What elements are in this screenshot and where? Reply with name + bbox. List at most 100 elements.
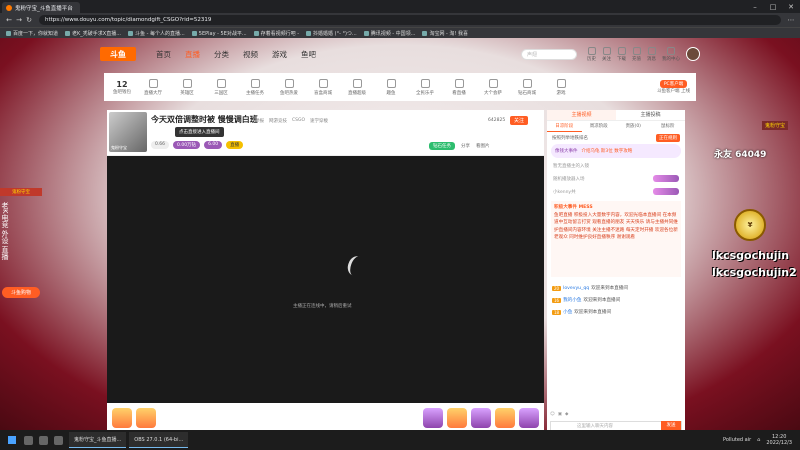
category-item[interactable]: 趣鱼 xyxy=(376,78,406,96)
category-item[interactable]: 英雄区 xyxy=(172,78,202,96)
bookmark-item[interactable]: 存着看视频行吧 - xyxy=(254,30,299,37)
category-item[interactable]: 主播任务 xyxy=(240,78,270,96)
wallet-count[interactable]: 12 鱼吧钱包 xyxy=(110,80,134,95)
report-link[interactable]: 举报 xyxy=(255,118,264,124)
close-icon[interactable]: ✕ xyxy=(782,3,800,11)
right-side-ad[interactable]: 鬼粉守宝 永友 64049 ¥ lkcsgochujin lkcsgochuji… xyxy=(700,121,800,321)
tab-daily-rank[interactable]: 日凉阶段 xyxy=(547,121,582,132)
messages-button[interactable]: 消息 xyxy=(647,46,656,62)
view-image-button[interactable]: 看图片 xyxy=(476,143,490,149)
share-button[interactable]: 分享 xyxy=(461,143,470,149)
meta-game[interactable]: CSGO xyxy=(292,118,305,124)
gift-icon[interactable] xyxy=(447,407,467,428)
browser-icon[interactable] xyxy=(54,435,63,445)
nav-live[interactable]: 直播 xyxy=(185,49,200,60)
nav-home[interactable]: 首页 xyxy=(156,49,171,60)
video-area[interactable]: 主播正在连线中，请稍后重试 xyxy=(107,156,544,403)
network-icon[interactable]: ⌂ xyxy=(757,437,760,443)
pc-client-button[interactable]: PC客户端 斗鱼客户端 上线 xyxy=(657,80,690,94)
gift-icon[interactable] xyxy=(423,407,443,428)
search-icon[interactable] xyxy=(24,435,33,445)
category-item[interactable]: 直播超级 xyxy=(342,78,372,96)
status-badge: 直播 xyxy=(226,141,244,149)
windows-start-icon[interactable] xyxy=(8,436,16,444)
bookmark-item[interactable]: 5EPlay - 5E对战平... xyxy=(192,30,247,37)
category-item[interactable]: 大个会萨 xyxy=(478,78,508,96)
clock[interactable]: 12:20 2022/12/3 xyxy=(766,434,792,446)
category-icon xyxy=(284,78,294,88)
forward-icon[interactable]: → xyxy=(14,16,24,24)
bookmark-item[interactable]: 抖婚婚婚 (°- °)つ... xyxy=(306,30,357,37)
reload-icon[interactable]: ↻ xyxy=(24,16,34,24)
bookmark-item[interactable]: 淘宝网 - 淘! 我喜 xyxy=(422,30,468,37)
category-item[interactable]: 游戏 xyxy=(546,78,576,96)
category-item[interactable]: 钻石商城 xyxy=(512,78,542,96)
browser-tab[interactable]: 鬼粉守宝_斗鱼直播平台 xyxy=(2,2,80,13)
emoji-icon[interactable]: ☺ xyxy=(550,412,555,417)
minimize-icon[interactable]: – xyxy=(746,3,764,11)
douyu-logo[interactable]: 斗鱼 xyxy=(100,47,136,61)
gift-icon[interactable] xyxy=(495,407,515,428)
rule-button[interactable]: 正在规则 xyxy=(656,133,680,142)
tab-mouse[interactable]: 鼠标阶 xyxy=(651,121,686,132)
download-button[interactable]: 下载 xyxy=(617,46,626,62)
wallet-icon xyxy=(632,46,641,55)
diamond-task-button[interactable]: 钻石任务 xyxy=(429,142,455,150)
nav-category[interactable]: 分类 xyxy=(214,49,229,60)
category-item[interactable]: 盲盒商城 xyxy=(308,78,338,96)
follow-icon xyxy=(602,46,611,55)
category-icon xyxy=(556,78,566,88)
back-icon[interactable]: ← xyxy=(4,16,14,24)
avatar[interactable] xyxy=(686,47,700,61)
category-icon xyxy=(454,78,464,88)
category-item[interactable]: 直播大厅 xyxy=(138,78,168,96)
bell-icon xyxy=(647,46,656,55)
meta-category[interactable]: 网游竞技 xyxy=(269,118,287,124)
gift-icon[interactable] xyxy=(471,407,491,428)
url-input[interactable]: https://www.douyu.com/topic/diamondgift_… xyxy=(39,15,781,25)
history-button[interactable]: 历史 xyxy=(587,46,596,62)
follow-list-button[interactable]: 关注 xyxy=(602,46,611,62)
shop-button[interactable]: 斗鱼购物 xyxy=(2,287,40,298)
nav-games[interactable]: 游戏 xyxy=(272,49,287,60)
tab-streamer-posts[interactable]: 主播投稿 xyxy=(616,110,685,120)
tab-streamer-video[interactable]: 主播视频 xyxy=(547,110,616,120)
category-item[interactable]: 看直播 xyxy=(444,78,474,96)
category-icon xyxy=(488,78,498,88)
fan-badge-icon[interactable]: ◆ xyxy=(565,412,568,417)
gift-icon[interactable] xyxy=(136,407,156,428)
maximize-icon[interactable]: □ xyxy=(764,3,782,11)
image-icon[interactable]: ▣ xyxy=(558,412,562,417)
category-item[interactable]: 三国区 xyxy=(206,78,236,96)
gift-icon[interactable] xyxy=(112,407,132,428)
left-side-ad[interactable]: 鬼粉守宝 老K电竞 外设 直播 斗鱼购物 xyxy=(0,188,42,298)
player-tools: 钻石任务 分享 看图片 xyxy=(429,142,490,150)
taskbar-app[interactable]: 鬼粉守宝_斗鱼直播... xyxy=(69,432,127,448)
category-item[interactable]: 全民乐乎 xyxy=(410,78,440,96)
nav-video[interactable]: 视频 xyxy=(243,49,258,60)
event-banner[interactable]: 像钱大事件 介绍乌龟 斯3位 数字攻略 xyxy=(551,144,681,158)
gift-icon[interactable] xyxy=(519,407,539,428)
bookmark-item[interactable]: 百度一下，你就知道 xyxy=(6,30,58,37)
recharge-button[interactable]: 充值 xyxy=(632,46,641,62)
bookmark-item[interactable]: 斗鱼 - 每个人的直播... xyxy=(128,30,185,37)
category-icon xyxy=(420,78,430,88)
search-input[interactable]: 声翅 xyxy=(521,48,577,60)
meta-tag[interactable]: 速学穿梭 xyxy=(310,118,328,124)
tab-nobles[interactable]: 贵族(0) xyxy=(616,121,651,132)
bookmark-item[interactable]: 老K_秃破手求X直播... xyxy=(65,30,121,37)
system-tray: Polluted air ⌂ 12:20 2022/12/3 xyxy=(723,434,800,446)
my-center-button[interactable]: 我的中心 xyxy=(662,46,680,62)
streamer-thumbnail[interactable]: 鬼粉守宝 xyxy=(109,112,147,152)
follow-button[interactable]: 关注 xyxy=(510,116,529,125)
bookmark-item[interactable]: 腾讯视频 - 中国领... xyxy=(364,30,416,37)
settings-icon[interactable]: ⋯ xyxy=(786,16,796,24)
gift-bar xyxy=(107,403,544,432)
category-item[interactable]: 鱼吧热爱 xyxy=(274,78,304,96)
explorer-icon[interactable] xyxy=(39,435,48,445)
tab-weekly-rank[interactable]: 周凉阶段 xyxy=(582,121,617,132)
nav-yuba[interactable]: 鱼吧 xyxy=(301,49,316,60)
live-player: 鬼粉守宝 今天双倍调整时被 慢慢调白班 举报 网游竞技 CSGO 速学穿梭 点击… xyxy=(107,110,544,432)
taskbar-app[interactable]: OBS 27.0.1 (64-bi... xyxy=(129,432,189,448)
weather-text[interactable]: Polluted air xyxy=(723,437,751,443)
